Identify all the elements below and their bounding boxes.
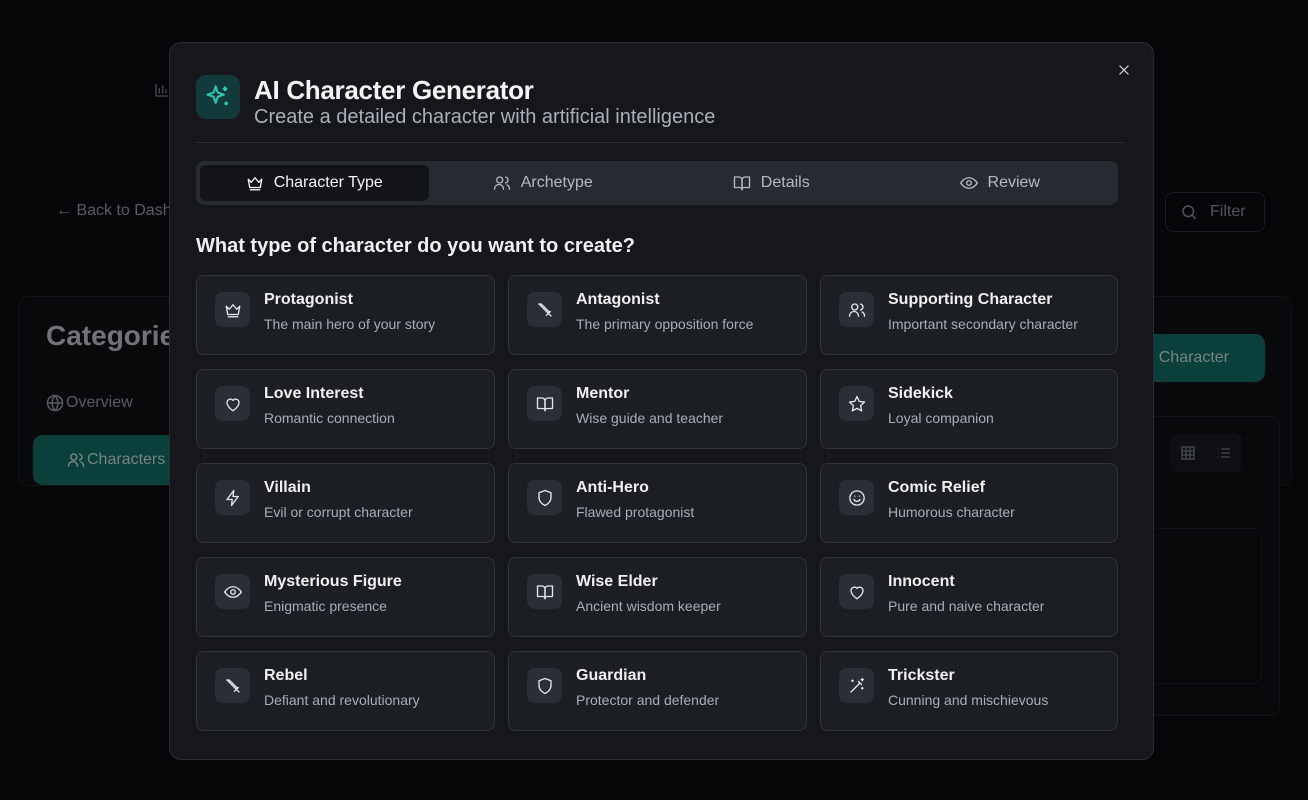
card-title: Sidekick [888,385,953,402]
card-title: Villain [264,479,311,496]
character-type-card-mysterious-figure[interactable]: Mysterious Figure Enigmatic presence [196,557,495,637]
tab-review[interactable]: Review [886,165,1115,201]
card-description: Ancient wisdom keeper [576,598,721,614]
tab-archetype[interactable]: Archetype [429,165,658,201]
card-description: Protector and defender [576,692,720,708]
grid-icon[interactable] [1180,445,1196,461]
character-type-card-love-interest[interactable]: Love Interest Romantic connection [196,369,495,449]
character-type-card-trickster[interactable]: Trickster Cunning and mischievous [820,651,1118,731]
zap-icon [215,480,250,515]
close-button[interactable] [1113,59,1135,81]
character-type-card-protagonist[interactable]: Protagonist The main hero of your story [196,275,495,355]
sword-icon [215,668,250,703]
globe-icon [46,394,64,412]
card-description: Evil or corrupt character [264,504,413,520]
card-description: Defiant and revolutionary [264,692,420,708]
card-title: Love Interest [264,385,364,402]
card-description: Flawed protagonist [576,504,695,520]
eye-icon [215,574,250,609]
view-toggle[interactable] [1170,434,1242,472]
character-type-card-sidekick[interactable]: Sidekick Loyal companion [820,369,1118,449]
card-description: Humorous character [888,504,1015,520]
sparkles-icon [196,75,240,119]
book-open-icon [527,386,562,421]
shield-icon [527,480,562,515]
back-to-dashboard-link[interactable]: ← Back to Dash [56,202,172,220]
sidebar-item-label: Overview [66,394,133,411]
character-type-card-guardian[interactable]: Guardian Protector and defender [508,651,807,731]
close-icon[interactable] [1117,63,1131,77]
content-card [1150,528,1262,684]
header-divider [196,142,1125,143]
list-icon[interactable] [1216,445,1232,461]
chart-icon [154,82,170,103]
tab-label: Review [987,174,1040,191]
card-title: Antagonist [576,291,660,308]
smile-icon [839,480,874,515]
heart-icon [215,386,250,421]
star-icon [839,386,874,421]
tab-label: Archetype [520,174,593,191]
card-description: Important secondary character [888,316,1078,332]
character-type-card-antagonist[interactable]: Antagonist The primary opposition force [508,275,807,355]
tab-label: Character Type [273,174,383,191]
card-title: Comic Relief [888,479,985,496]
card-description: The main hero of your story [264,316,436,332]
sword-icon [527,292,562,327]
card-description: The primary opposition force [576,316,754,332]
ai-character-generator-modal: AI Character Generator Create a detailed… [169,42,1154,760]
card-title: Wise Elder [576,573,658,590]
character-type-card-wise-elder[interactable]: Wise Elder Ancient wisdom keeper [508,557,807,637]
card-description: Cunning and mischievous [888,692,1049,708]
character-type-card-anti-hero[interactable]: Anti-Hero Flawed protagonist [508,463,807,543]
card-title: Mentor [576,385,630,402]
book-open-icon [527,574,562,609]
crown-icon [247,177,263,191]
character-type-card-comic-relief[interactable]: Comic Relief Humorous character [820,463,1118,543]
wand-icon [839,668,874,703]
card-description: Loyal companion [888,410,994,426]
tab-label: Details [760,174,810,191]
tab-details[interactable]: Details [657,165,886,201]
character-type-card-villain[interactable]: Villain Evil or corrupt character [196,463,495,543]
users-icon [839,292,874,327]
card-title: Guardian [576,667,647,684]
card-description: Wise guide and teacher [576,410,724,426]
card-title: Mysterious Figure [264,573,402,590]
card-description: Enigmatic presence [264,598,387,614]
eye-icon [959,177,978,189]
book-open-icon [733,176,750,191]
users-icon [67,453,85,467]
character-type-card-innocent[interactable]: Innocent Pure and naive character [820,557,1118,637]
shield-icon [527,668,562,703]
crown-icon [215,292,250,327]
modal-title: AI Character Generator [254,75,534,105]
card-title: Rebel [264,667,308,684]
heart-icon [839,574,874,609]
character-type-card-mentor[interactable]: Mentor Wise guide and teacher [508,369,807,449]
character-type-card-rebel[interactable]: Rebel Defiant and revolutionary [196,651,495,731]
users-icon [493,176,510,190]
card-description: Romantic connection [264,410,395,426]
card-title: Protagonist [264,291,353,308]
card-title: Supporting Character [888,291,1053,308]
character-type-grid: Protagonist The main hero of your story … [196,275,1118,731]
card-title: Innocent [888,573,955,590]
search-icon [1182,205,1197,220]
card-title: Anti-Hero [576,479,649,496]
card-title: Trickster [888,667,955,684]
card-description: Pure and naive character [888,598,1045,614]
character-type-card-supporting-character[interactable]: Supporting Character Important secondary… [820,275,1118,355]
modal-header: AI Character Generator Create a detailed… [196,75,715,129]
sidebar-item-label: Characters [87,451,166,468]
modal-subtitle: Create a detailed character with artific… [254,106,716,128]
filter-label: Filter [1210,203,1246,220]
tab-character-type[interactable]: Character Type [200,165,429,201]
step-question: What type of character do you want to cr… [196,235,635,257]
sidebar-item-overview[interactable]: Overview [46,394,133,412]
step-tabs: Character Type Archetype Details Review [196,161,1118,205]
filter-button[interactable]: Filter [1165,192,1265,232]
